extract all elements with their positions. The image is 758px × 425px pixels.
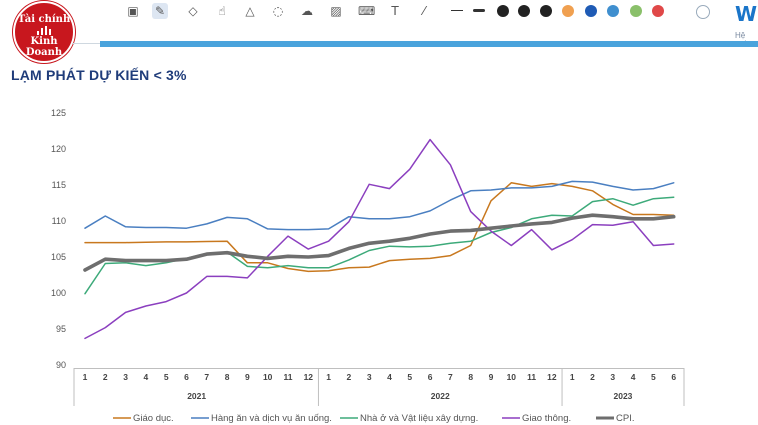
x-tick-label: 7 (204, 372, 209, 382)
x-tick-label: 3 (367, 372, 372, 382)
x-tick-label: 7 (448, 372, 453, 382)
x-tick-label: 6 (671, 372, 676, 382)
year-label: 2022 (431, 391, 450, 401)
x-tick-label: 12 (304, 372, 314, 382)
x-tick-label: 9 (245, 372, 250, 382)
year-label: 2021 (187, 391, 206, 401)
y-tick-label: 125 (51, 108, 66, 118)
x-tick-label: 5 (651, 372, 656, 382)
chart: 90951001051101151201251 2 3 4 5 6 7 8 9 10 11 12 1 2 3… (51, 108, 685, 424)
x-tick-label: 6 (184, 372, 189, 382)
year-label: 2023 (613, 391, 632, 401)
y-tick-label: 115 (52, 180, 66, 190)
x-tick-label: 5 (164, 372, 169, 382)
x-tick-label: 11 (284, 372, 293, 382)
series-line-2 (84, 196, 675, 295)
x-tick-label: 2 (590, 372, 595, 382)
legend-label-4: CPI. (616, 413, 634, 424)
x-tick-label: 3 (123, 372, 128, 382)
x-tick-label: 11 (527, 372, 536, 382)
series-line-3 (84, 138, 675, 340)
y-tick-label: 110 (52, 216, 66, 226)
x-tick-label: 4 (387, 372, 392, 382)
y-tick-label: 90 (56, 360, 66, 370)
legend-label-1: Hàng ăn và dịch vụ ăn uống. (211, 413, 332, 424)
x-tick-label: 5 (407, 372, 412, 382)
x-tick-label: 12 (547, 372, 557, 382)
x-tick-label: 1 (83, 372, 88, 382)
x-tick-label: 4 (144, 372, 149, 382)
x-tick-label: 1 (326, 372, 331, 382)
x-tick-label: 9 (489, 372, 494, 382)
x-tick-label: 8 (468, 372, 473, 382)
x-tick-label: 10 (263, 372, 273, 382)
y-tick-label: 100 (51, 288, 66, 298)
y-tick-label: 105 (51, 252, 66, 262)
y-tick-label: 120 (51, 144, 66, 154)
x-tick-label: 3 (610, 372, 615, 382)
x-tick-label: 2 (103, 372, 108, 382)
legend-label-3: Giao thông. (522, 413, 571, 424)
y-tick-label: 95 (56, 324, 66, 334)
x-tick-label: 6 (428, 372, 433, 382)
x-tick-label: 8 (225, 372, 230, 382)
x-tick-label: 1 (570, 372, 575, 382)
x-tick-label: 2 (347, 372, 352, 382)
legend-label-0: Giáo dục. (133, 413, 174, 424)
x-tick-label: 4 (631, 372, 636, 382)
legend-label-2: Nhà ở và Vật liệu xây dựng. (360, 413, 478, 424)
x-tick-label: 10 (507, 372, 517, 382)
